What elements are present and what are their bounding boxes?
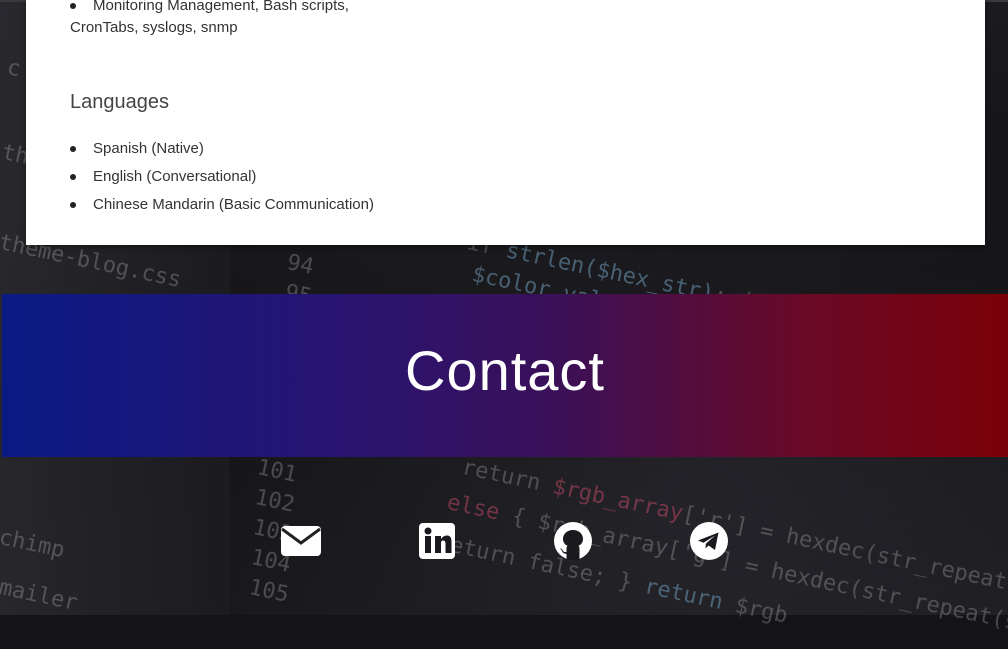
language-label: Spanish (Native) (93, 140, 204, 157)
email-link[interactable] (281, 521, 321, 561)
bullet-dot (70, 174, 76, 180)
skill-text-continued: CronTabs, syslogs, snmp (70, 19, 238, 36)
linkedin-icon (419, 523, 455, 559)
telegram-link[interactable] (689, 521, 729, 561)
language-label: Chinese Mandarin (Basic Communication) (93, 196, 374, 213)
contact-banner: Contact (2, 294, 1008, 457)
telegram-icon (690, 522, 728, 560)
github-link[interactable] (553, 521, 593, 561)
contact-heading: Contact (405, 339, 605, 402)
bullet-dot (70, 146, 76, 152)
bullet-dot (70, 3, 76, 9)
envelope-icon (281, 526, 321, 556)
background-code-line: 94 (284, 250, 316, 280)
languages-heading: Languages (70, 91, 169, 113)
skill-text: Monitoring Management, Bash scripts, (93, 0, 349, 14)
github-icon (554, 522, 592, 560)
linkedin-link[interactable] (417, 521, 457, 561)
language-label: English (Conversational) (93, 168, 257, 185)
bullet-dot (70, 202, 76, 208)
resume-card: Monitoring Management, Bash scripts, Cro… (26, 0, 985, 245)
